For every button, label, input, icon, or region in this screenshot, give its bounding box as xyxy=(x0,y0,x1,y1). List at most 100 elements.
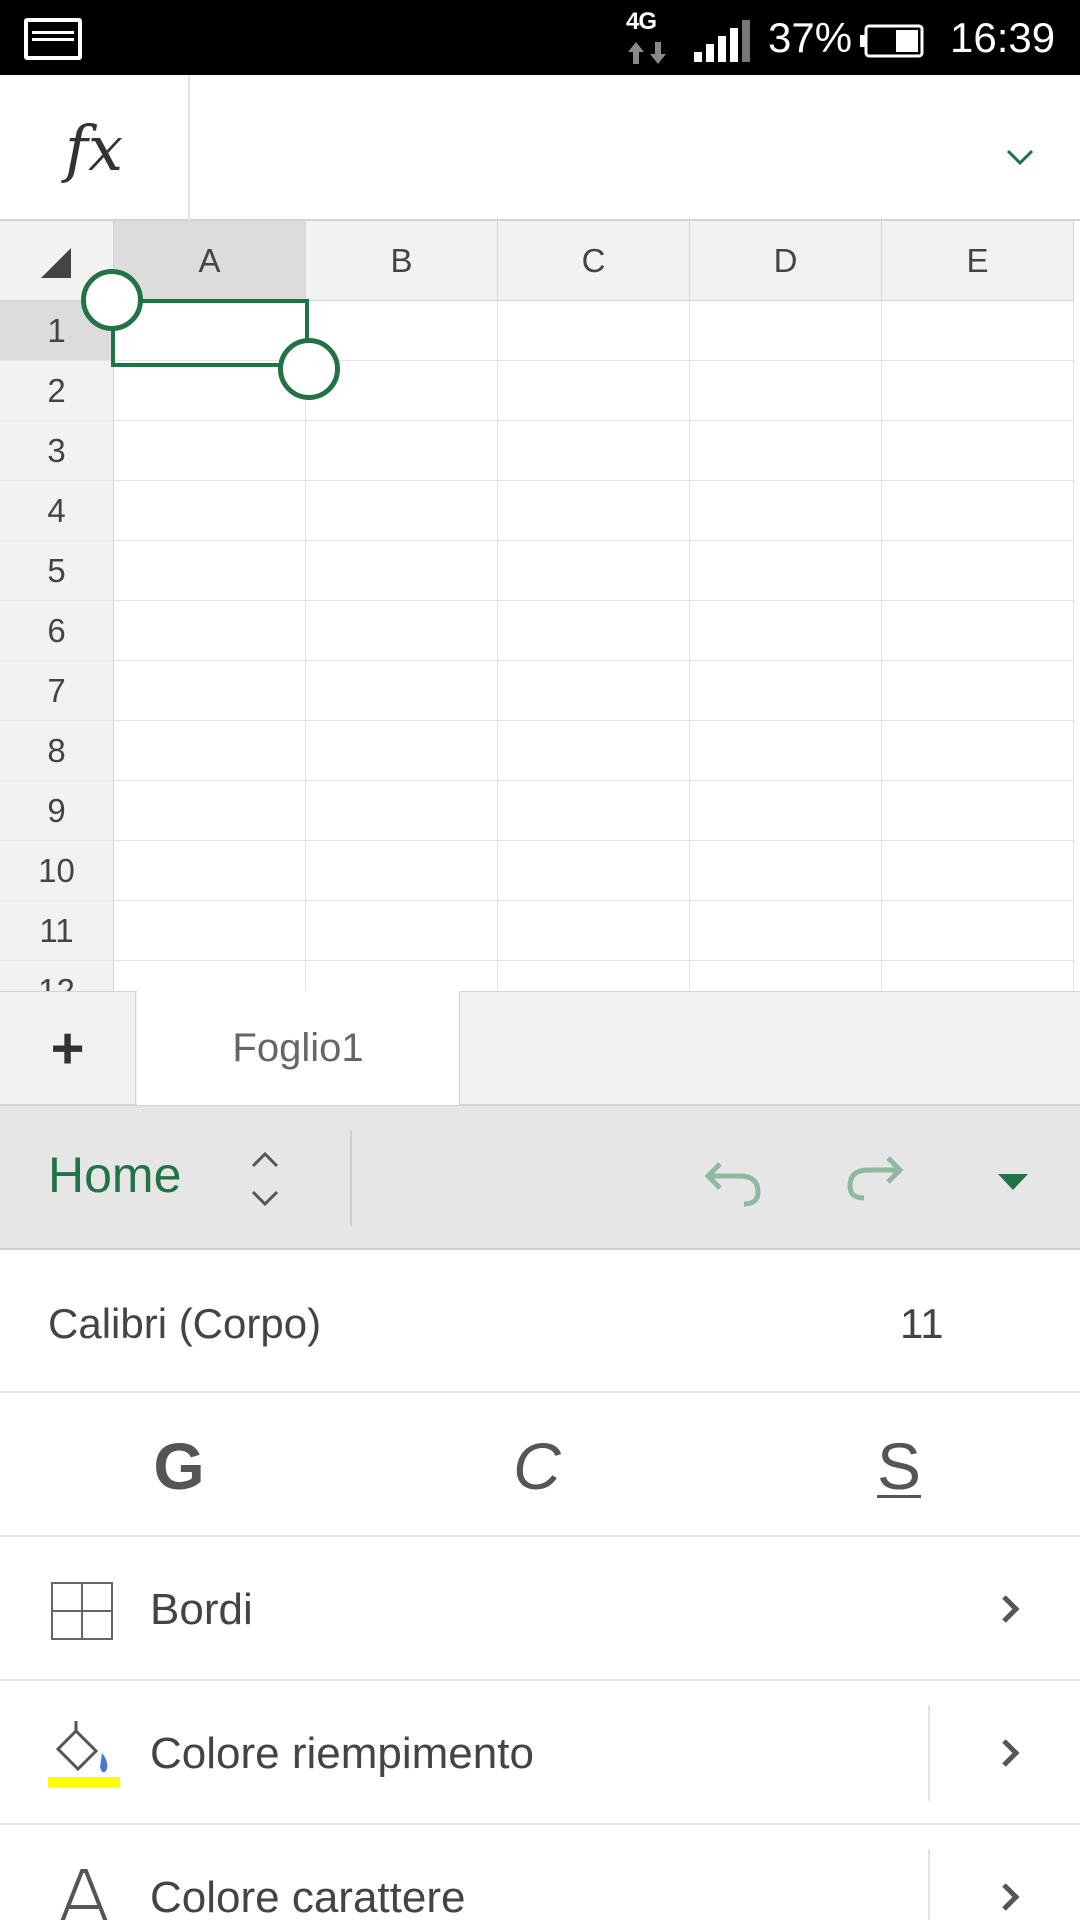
grid-cell[interactable] xyxy=(306,721,498,781)
grid-cell[interactable] xyxy=(690,661,882,721)
grid-cell[interactable] xyxy=(498,481,690,541)
grid-cell[interactable] xyxy=(690,541,882,601)
grid-cell[interactable] xyxy=(690,301,882,361)
grid-cell[interactable] xyxy=(882,361,1074,421)
undo-icon[interactable] xyxy=(700,1150,766,1210)
grid-cell[interactable] xyxy=(690,841,882,901)
grid-cell[interactable] xyxy=(114,541,306,601)
selection-handle-start[interactable] xyxy=(81,269,143,331)
grid-cell[interactable] xyxy=(114,721,306,781)
column-header[interactable]: E xyxy=(882,221,1074,301)
grid-cell[interactable] xyxy=(306,421,498,481)
grid-cell[interactable] xyxy=(882,781,1074,841)
column-header[interactable]: B xyxy=(306,221,498,301)
column-header[interactable]: D xyxy=(690,221,882,301)
screenshot-notification-icon xyxy=(24,18,82,60)
grid-cell[interactable] xyxy=(690,901,882,961)
grid-cell[interactable] xyxy=(114,961,306,991)
grid-cell[interactable] xyxy=(690,361,882,421)
fx-label: fx xyxy=(65,111,123,185)
borders-row[interactable]: Bordi xyxy=(0,1537,1080,1681)
grid-cell[interactable] xyxy=(306,601,498,661)
grid-cell[interactable] xyxy=(690,781,882,841)
grid-cell[interactable] xyxy=(114,781,306,841)
grid-cell[interactable] xyxy=(306,541,498,601)
italic-label: C xyxy=(513,1429,561,1503)
grid-cell[interactable] xyxy=(114,601,306,661)
grid-cell[interactable] xyxy=(498,781,690,841)
grid-cell[interactable] xyxy=(498,361,690,421)
grid-cell[interactable] xyxy=(690,481,882,541)
grid-cell[interactable] xyxy=(882,301,1074,361)
grid-cell[interactable] xyxy=(306,481,498,541)
font-color-row[interactable]: Colore carattere xyxy=(0,1825,1080,1920)
grid-cell[interactable] xyxy=(114,421,306,481)
insert-function-button[interactable]: fx xyxy=(0,75,190,221)
row-header[interactable]: 9 xyxy=(0,781,114,841)
redo-icon[interactable] xyxy=(842,1150,908,1210)
row-header[interactable]: 12 xyxy=(0,961,114,991)
grid-cell[interactable] xyxy=(498,541,690,601)
chevron-right-icon[interactable] xyxy=(994,1875,1028,1919)
row-header[interactable]: 3 xyxy=(0,421,114,481)
chevron-right-icon[interactable] xyxy=(994,1731,1028,1775)
grid-cell[interactable] xyxy=(498,721,690,781)
grid-cell[interactable] xyxy=(498,661,690,721)
font-size-selector[interactable]: 11 xyxy=(900,1300,944,1348)
row-header[interactable]: 7 xyxy=(0,661,114,721)
up-down-chevron-icon[interactable] xyxy=(240,1144,290,1214)
column-header[interactable]: A xyxy=(114,221,306,301)
grid-cell[interactable] xyxy=(306,781,498,841)
row-header[interactable]: 6 xyxy=(0,601,114,661)
grid-cell[interactable] xyxy=(114,661,306,721)
grid-cell[interactable] xyxy=(114,481,306,541)
grid-cell[interactable] xyxy=(498,961,690,991)
grid-cell[interactable] xyxy=(690,421,882,481)
grid-cell[interactable] xyxy=(882,481,1074,541)
grid-cell[interactable] xyxy=(690,601,882,661)
grid-cell[interactable] xyxy=(882,961,1074,991)
add-sheet-button[interactable]: + xyxy=(0,992,136,1104)
row-header[interactable]: 2 xyxy=(0,361,114,421)
chevron-down-icon[interactable] xyxy=(990,127,1050,187)
grid-cell[interactable] xyxy=(114,841,306,901)
grid-cell[interactable] xyxy=(498,301,690,361)
sheet-tab[interactable]: Foglio1 xyxy=(137,991,460,1105)
spreadsheet-grid[interactable]: A B C D E 1 2 3 4 5 6 7 8 9 10 11 12 xyxy=(0,221,1080,991)
grid-cell[interactable] xyxy=(882,601,1074,661)
grid-cell[interactable] xyxy=(882,901,1074,961)
row-header[interactable]: 5 xyxy=(0,541,114,601)
grid-cell[interactable] xyxy=(306,961,498,991)
grid-cell[interactable] xyxy=(498,841,690,901)
bold-button[interactable]: G xyxy=(114,1423,244,1509)
row-header[interactable]: 4 xyxy=(0,481,114,541)
grid-cell[interactable] xyxy=(690,961,882,991)
grid-cell[interactable] xyxy=(306,841,498,901)
italic-button[interactable]: C xyxy=(472,1423,602,1509)
grid-cell[interactable] xyxy=(114,301,306,361)
grid-cell[interactable] xyxy=(498,901,690,961)
row-header[interactable]: 11 xyxy=(0,901,114,961)
grid-cell[interactable] xyxy=(498,421,690,481)
grid-cell[interactable] xyxy=(882,421,1074,481)
caret-down-icon[interactable] xyxy=(988,1162,1038,1202)
column-header[interactable]: C xyxy=(498,221,690,301)
grid-cell[interactable] xyxy=(498,601,690,661)
row-header[interactable]: 10 xyxy=(0,841,114,901)
font-name-selector[interactable]: Calibri (Corpo) xyxy=(48,1300,321,1348)
grid-cell[interactable] xyxy=(306,661,498,721)
ribbon-tab-selector[interactable]: Home xyxy=(48,1146,181,1204)
battery-percent: 37% xyxy=(768,14,853,61)
formula-input[interactable] xyxy=(192,75,972,221)
grid-cell[interactable] xyxy=(882,841,1074,901)
grid-cell[interactable] xyxy=(306,901,498,961)
underline-button[interactable]: S xyxy=(834,1423,964,1509)
grid-cell[interactable] xyxy=(690,721,882,781)
fill-color-row[interactable]: Colore riempimento xyxy=(0,1681,1080,1825)
selection-handle-end[interactable] xyxy=(278,338,340,400)
grid-cell[interactable] xyxy=(882,721,1074,781)
grid-cell[interactable] xyxy=(882,541,1074,601)
row-header[interactable]: 8 xyxy=(0,721,114,781)
grid-cell[interactable] xyxy=(882,661,1074,721)
grid-cell[interactable] xyxy=(114,901,306,961)
